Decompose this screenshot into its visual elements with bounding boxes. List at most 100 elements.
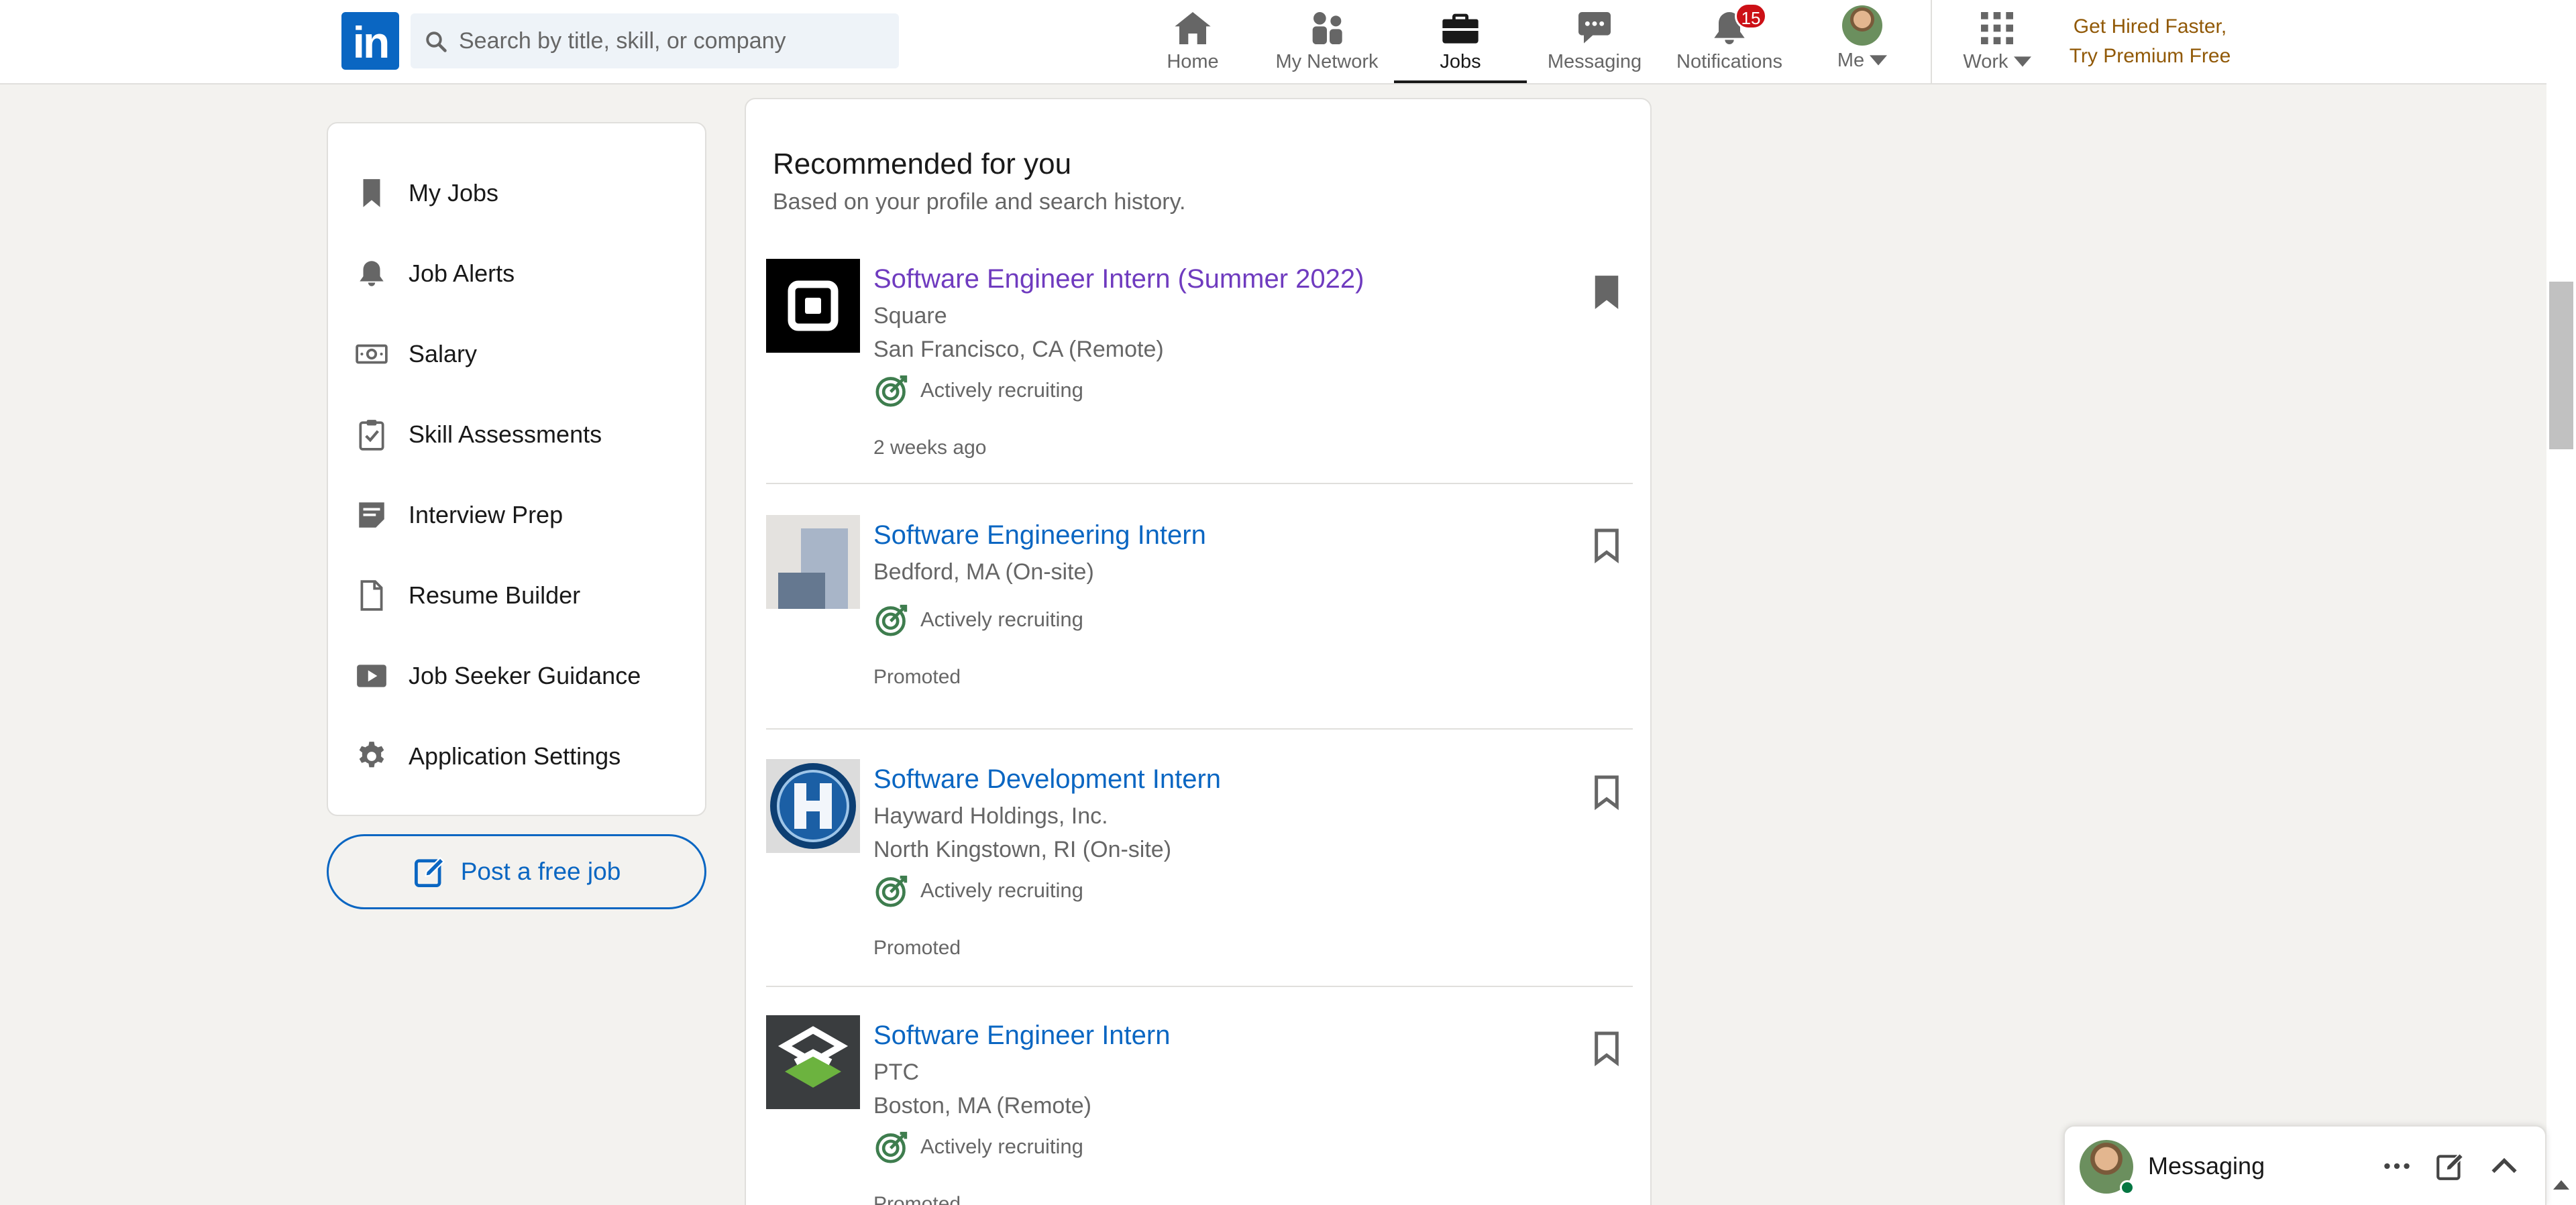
- premium-line-1: Get Hired Faster,: [2073, 15, 2227, 38]
- nav-notifications[interactable]: 15 Notifications: [1669, 0, 1790, 83]
- job-location: Bedford, MA (On-site): [873, 559, 1094, 585]
- job-title-link[interactable]: Software Engineering Intern: [873, 520, 1206, 551]
- recruiting-status: Actively recruiting: [873, 1128, 1083, 1165]
- sidebar-item-salary[interactable]: Salary: [355, 333, 690, 376]
- job-location: Boston, MA (Remote): [873, 1093, 1092, 1118]
- sidebar-item-application-settings[interactable]: Application Settings: [355, 735, 690, 778]
- job-posted-time: 2 weeks ago: [873, 437, 987, 459]
- messaging-label: Messaging: [2148, 1152, 2265, 1180]
- target-icon: [875, 875, 908, 907]
- nav-jobs[interactable]: Jobs: [1394, 0, 1527, 83]
- job-card[interactable]: Software Engineer Intern (Summer 2022) S…: [766, 259, 1633, 484]
- edit-icon: [414, 856, 445, 887]
- hayward-logo[interactable]: [766, 759, 860, 853]
- nav-home[interactable]: Home: [1157, 0, 1229, 83]
- bookmark-icon: [363, 179, 380, 207]
- nav-me-text: Me: [1837, 50, 1865, 71]
- sidebar-item-job-seeker-guidance[interactable]: Job Seeker Guidance: [355, 654, 690, 697]
- job-promoted: Promoted: [873, 937, 961, 959]
- premium-line-2: Try Premium Free: [2069, 45, 2231, 67]
- target-icon: [875, 604, 908, 636]
- job-location: San Francisco, CA (Remote): [873, 337, 1164, 362]
- sidebar-item-label: My Jobs: [409, 179, 499, 207]
- bookmark-outline-icon[interactable]: [1591, 1030, 1622, 1068]
- sidebar-item-label: Skill Assessments: [409, 420, 602, 448]
- section-subtitle: Based on your profile and search history…: [773, 189, 1186, 215]
- sidebar-item-skill-assessments[interactable]: Skill Assessments: [355, 413, 690, 456]
- target-icon: [875, 1131, 908, 1163]
- chevron-up-icon[interactable]: [2487, 1149, 2521, 1183]
- bell-icon: [360, 261, 384, 286]
- sidebar-item-my-jobs[interactable]: My Jobs: [355, 172, 690, 215]
- nav-notifications-label: Notifications: [1676, 51, 1782, 72]
- avatar: [1842, 5, 1882, 46]
- job-promoted: Promoted: [873, 1193, 961, 1205]
- sidebar-item-interview-prep[interactable]: Interview Prep: [355, 494, 690, 536]
- page-scrollbar-thumb[interactable]: [2549, 282, 2573, 449]
- ptc-logo-mark: [777, 1026, 849, 1088]
- job-title-link[interactable]: Software Engineer Intern: [873, 1021, 1170, 1051]
- online-status-dot: [2120, 1180, 2135, 1195]
- premium-link[interactable]: Get Hired Faster, Try Premium Free: [2053, 12, 2247, 71]
- recruiting-status: Actively recruiting: [873, 872, 1083, 909]
- network-icon: [1312, 12, 1342, 44]
- home-icon: [1175, 12, 1211, 44]
- recruiting-status-text: Actively recruiting: [920, 1135, 1083, 1158]
- job-title-link[interactable]: Software Engineer Intern (Summer 2022): [873, 264, 1364, 294]
- bookmark-icon[interactable]: [1591, 274, 1622, 311]
- nav-messaging-label: Messaging: [1547, 51, 1642, 72]
- chevron-down-icon: [1870, 55, 1888, 66]
- job-company: Hayward Holdings, Inc.: [873, 803, 1108, 829]
- bookmark-outline-icon[interactable]: [1591, 774, 1622, 811]
- nav-jobs-label: Jobs: [1440, 51, 1481, 72]
- jobs-sidebar: My Jobs Job Alerts Salary Skill Assessme…: [327, 122, 706, 816]
- post-free-job-label: Post a free job: [460, 858, 621, 885]
- messaging-overlay[interactable]: Messaging: [2063, 1125, 2546, 1205]
- ptc-logo[interactable]: [766, 1015, 860, 1109]
- search-box[interactable]: [411, 13, 899, 68]
- sidebar-item-label: Job Alerts: [409, 260, 515, 287]
- square-logo[interactable]: [766, 259, 860, 353]
- search-input[interactable]: [459, 13, 888, 68]
- nav-me[interactable]: Me: [1829, 0, 1896, 83]
- job-card[interactable]: Software Development Intern Hayward Hold…: [766, 759, 1633, 987]
- scroll-arrow-icon[interactable]: [2553, 1180, 2569, 1190]
- top-nav: in Home My Network Jobs: [0, 0, 2549, 84]
- job-company: Square: [873, 303, 947, 329]
- page-scrollbar-track[interactable]: [2546, 0, 2576, 1205]
- recruiting-status: Actively recruiting: [873, 601, 1083, 638]
- hayward-logo-mark: [770, 763, 856, 849]
- document-icon: [360, 580, 383, 611]
- job-title-link[interactable]: Software Development Intern: [873, 764, 1221, 795]
- nav-work[interactable]: Work: [1953, 0, 2041, 83]
- compose-icon[interactable]: [2434, 1149, 2467, 1183]
- clipboard-check-icon: [359, 420, 384, 451]
- gear-icon: [359, 742, 384, 768]
- briefcase-icon: [1442, 13, 1479, 44]
- job-card[interactable]: Software Engineering Intern Bedford, MA …: [766, 515, 1633, 730]
- job-location: North Kingstown, RI (On-site): [873, 837, 1172, 862]
- nav-messaging[interactable]: Messaging: [1542, 0, 1648, 83]
- video-icon: [357, 665, 386, 687]
- recruiting-status: Actively recruiting: [873, 371, 1083, 409]
- notes-icon: [359, 502, 384, 528]
- bookmark-outline-icon[interactable]: [1591, 527, 1622, 565]
- sidebar-item-label: Job Seeker Guidance: [409, 662, 641, 689]
- grid-icon: [1981, 12, 2013, 44]
- job-card[interactable]: Software Engineer Intern PTC Boston, MA …: [766, 1015, 1633, 1205]
- nav-my-network-label: My Network: [1275, 51, 1379, 72]
- recruiting-status-text: Actively recruiting: [920, 878, 1083, 902]
- target-icon: [875, 375, 908, 407]
- post-free-job-button[interactable]: Post a free job: [327, 834, 706, 909]
- bars-logo[interactable]: [766, 515, 860, 609]
- linkedin-logo[interactable]: in: [341, 12, 399, 70]
- nav-work-text: Work: [1963, 51, 2008, 72]
- nav-my-network[interactable]: My Network: [1261, 0, 1393, 83]
- sidebar-item-resume-builder[interactable]: Resume Builder: [355, 574, 690, 617]
- bars-logo-mark: [778, 528, 848, 609]
- section-title: Recommended for you: [773, 148, 1072, 180]
- sidebar-item-label: Salary: [409, 340, 478, 367]
- more-options-icon[interactable]: [2380, 1149, 2414, 1183]
- sidebar-item-job-alerts[interactable]: Job Alerts: [355, 252, 690, 295]
- money-icon: [356, 344, 388, 364]
